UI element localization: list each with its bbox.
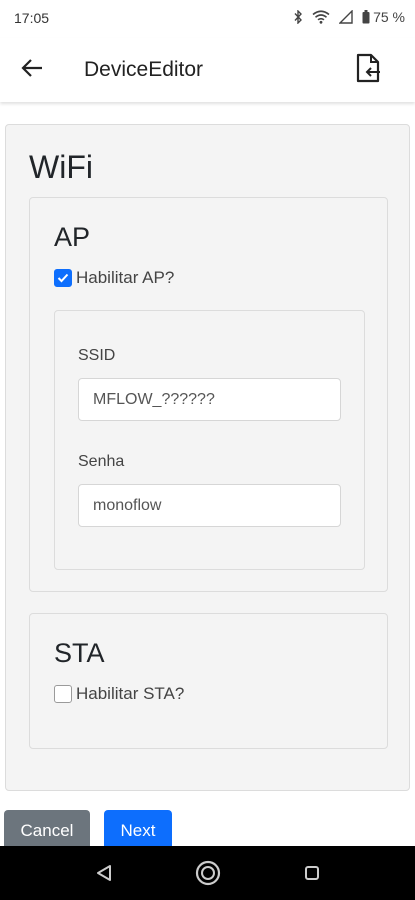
- nav-back-icon: [97, 865, 111, 881]
- sta-card: STA Habilitar STA?: [29, 613, 388, 749]
- nav-recents-button[interactable]: [297, 858, 327, 888]
- back-arrow-icon: [21, 58, 43, 83]
- sta-checkbox-box[interactable]: [54, 685, 72, 703]
- battery-icon: [362, 10, 370, 24]
- password-input[interactable]: [78, 484, 341, 527]
- enable-sta-checkbox[interactable]: Habilitar STA?: [54, 684, 184, 704]
- nav-back-button[interactable]: [89, 858, 119, 888]
- app-bar: DeviceEditor: [0, 38, 415, 102]
- import-file-button[interactable]: [353, 52, 385, 88]
- ap-settings-card: SSID Senha: [54, 310, 365, 570]
- enable-ap-checkbox[interactable]: Habilitar AP?: [54, 268, 174, 288]
- nav-home-icon: [195, 860, 221, 886]
- nav-home-button[interactable]: [193, 858, 223, 888]
- sta-title: STA: [54, 638, 105, 668]
- file-import-icon: [356, 53, 382, 88]
- ap-checkbox-box[interactable]: [54, 269, 72, 287]
- section-title: WiFi: [29, 149, 93, 185]
- app-title: DeviceEditor: [84, 58, 204, 81]
- wifi-panel: WiFi AP Habilitar AP? SSID Senha STA Hab…: [5, 124, 410, 791]
- back-button[interactable]: [14, 54, 50, 86]
- status-time: 17:05: [14, 10, 50, 26]
- enable-ap-label: Habilitar AP?: [76, 268, 175, 287]
- wifi-icon: [312, 10, 330, 24]
- status-bar: 17:05 75 %: [0, 0, 415, 38]
- checkmark-icon: [57, 273, 69, 283]
- enable-sta-label: Habilitar STA?: [76, 684, 185, 703]
- cellular-signal-icon: [339, 10, 353, 24]
- bluetooth-icon: [293, 10, 303, 24]
- battery-percentage: 75 %: [373, 9, 405, 25]
- nav-recents-icon: [305, 866, 319, 880]
- password-label: Senha: [78, 453, 125, 470]
- system-nav-bar: [0, 846, 415, 900]
- status-icons: 75 %: [293, 9, 405, 25]
- ap-card: AP Habilitar AP? SSID Senha: [29, 197, 388, 592]
- ssid-label: SSID: [78, 347, 116, 364]
- ssid-input[interactable]: [78, 378, 341, 421]
- ap-title: AP: [54, 222, 91, 252]
